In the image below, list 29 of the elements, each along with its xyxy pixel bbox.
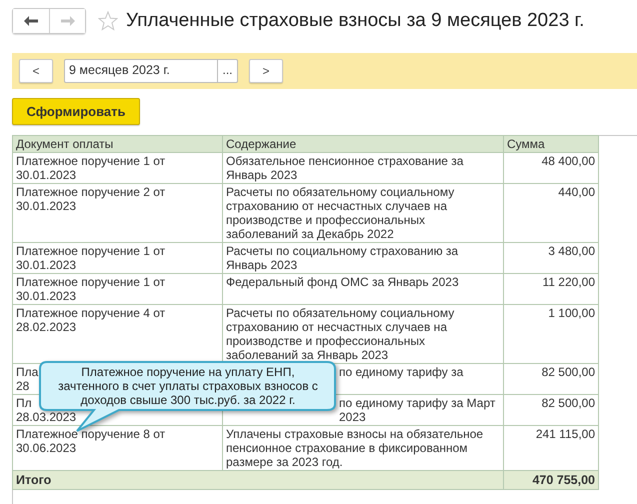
table-cell: Платежное поручение 1 от 30.01.2023	[12, 152, 222, 184]
table-cell: Платежное поручение 1 от 30.01.2023	[12, 274, 222, 304]
table-cell: 1 100,00	[504, 304, 598, 364]
generate-button[interactable]: Сформировать	[12, 98, 140, 125]
table-cell: Расчеты по обязательному социальному страхованию от несчастных случаев на производстве и профессиональных заболеваний за Декабрь 2022	[222, 184, 504, 242]
total-sum: 470 755,00	[504, 470, 598, 490]
back-button[interactable]	[13, 9, 49, 33]
star-icon[interactable]	[98, 11, 118, 31]
period-field[interactable]: 9 месяцев 2023 г. ...	[64, 59, 238, 83]
previous-period-button[interactable]: <	[19, 59, 53, 83]
column-header: Документ оплаты	[12, 136, 222, 152]
column-header: Сумма	[504, 136, 598, 152]
table-cell: Обязательное пенсионное страхование за Январь 2023	[222, 152, 504, 184]
next-period-button[interactable]: >	[249, 59, 283, 83]
table-cell: 82 500,00	[504, 394, 598, 426]
table-cell: 3 480,00	[504, 242, 598, 274]
arrow-left-icon	[24, 16, 38, 26]
table-cell: Платежное поручение 1 от 30.01.2023	[12, 242, 222, 274]
table-cell: 48 400,00	[504, 152, 598, 184]
table-cell: 82 500,00	[504, 364, 598, 394]
table-cell: Расчеты по социальному страхованию за Январь 2023	[222, 242, 504, 274]
total-label: Итого	[12, 470, 504, 490]
arrow-right-icon	[60, 16, 74, 26]
table-cell: 11 220,00	[504, 274, 598, 304]
table-cell: Платежное поручение 2 от 30.01.2023	[12, 184, 222, 242]
window-title: Уплаченные страховые взносы за 9 месяцев 2023 г.	[126, 10, 584, 32]
column-header: Содержание	[222, 136, 504, 152]
table-cell: Федеральный фонд ОМС за Январь 2023	[222, 274, 504, 304]
table-cell: 440,00	[504, 184, 598, 242]
